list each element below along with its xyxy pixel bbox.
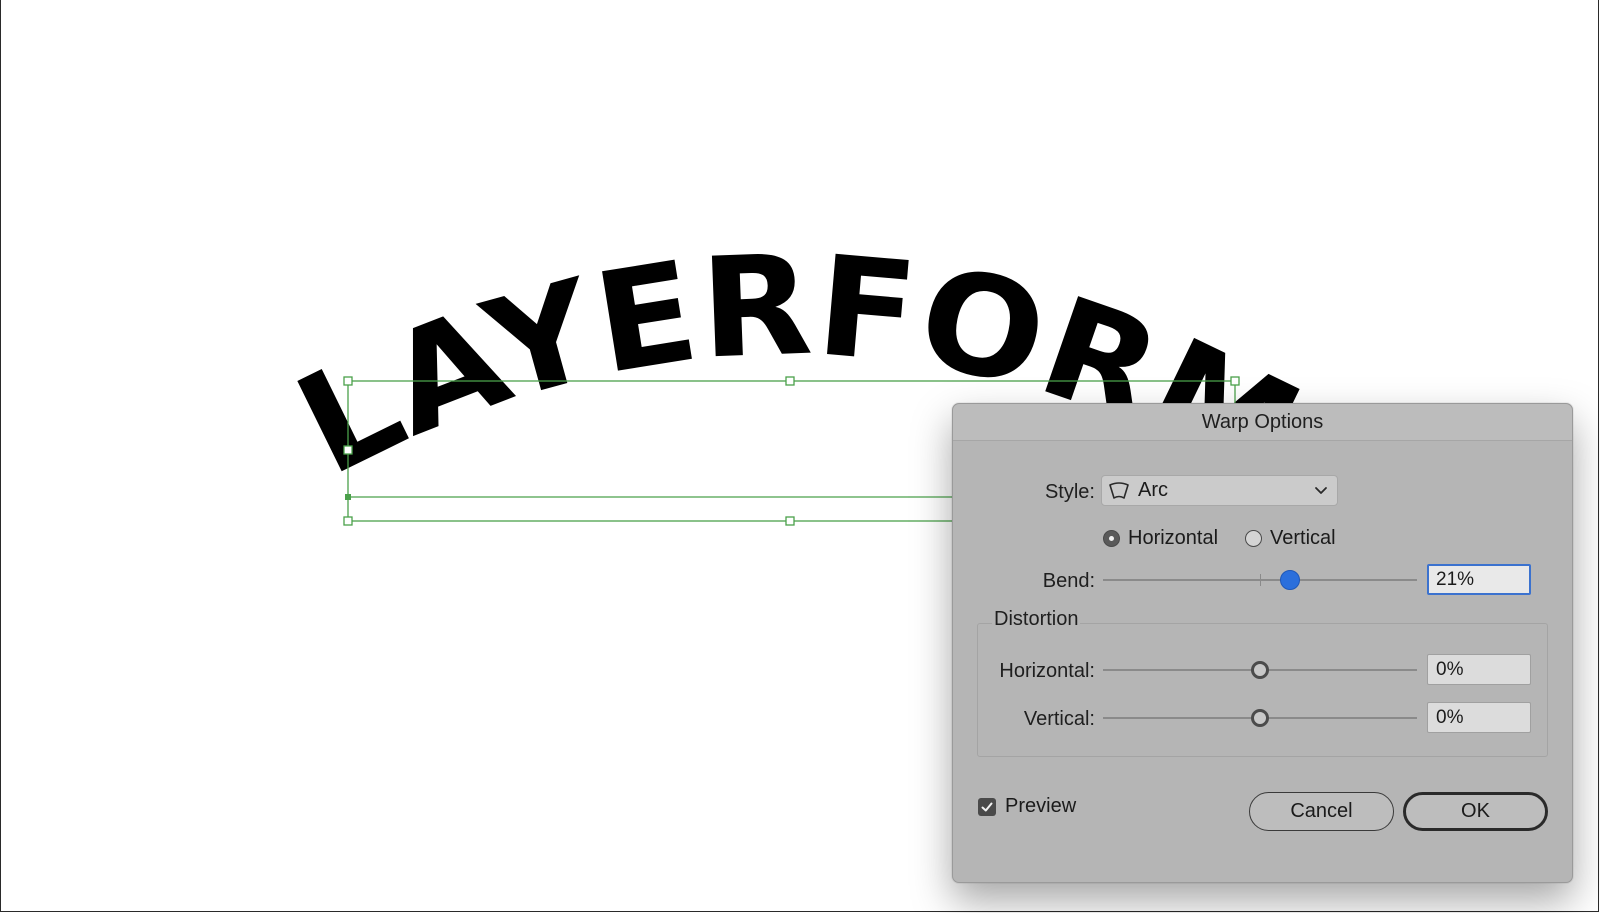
dialog-title: Warp Options (953, 404, 1572, 441)
handle-top-right (1230, 376, 1240, 386)
distortion-horizontal-slider-knob[interactable] (1251, 661, 1269, 679)
preview-checkbox[interactable]: Preview (978, 795, 1076, 818)
handle-top-left (343, 376, 353, 386)
bend-label: Bend: (1042, 570, 1095, 592)
radio-horizontal[interactable]: Horizontal (1103, 527, 1218, 550)
radio-horizontal-label: Horizontal (1128, 527, 1219, 549)
distortion-horizontal-label: Horizontal: (999, 660, 1095, 682)
distortion-vertical-label: Vertical: (1023, 708, 1095, 730)
handle-bottom-middle (785, 516, 795, 526)
distortion-vertical-slider-knob[interactable] (1251, 709, 1269, 727)
cancel-button[interactable]: Cancel (1249, 792, 1394, 831)
style-dropdown[interactable]: Arc (1101, 475, 1338, 506)
handle-bottom-left (343, 516, 353, 526)
distortion-group-title: Distortion (992, 608, 1081, 631)
arc-warp-icon (1109, 481, 1129, 499)
radio-vertical[interactable]: Vertical (1245, 527, 1336, 550)
chevron-down-icon (1315, 487, 1327, 494)
bend-value-input[interactable]: 21% (1427, 564, 1531, 595)
handle-top-middle (785, 376, 795, 386)
warp-options-dialog: Warp Options Style: Arc Horizontal Verti… (952, 403, 1573, 883)
ok-button[interactable]: OK (1403, 792, 1548, 831)
style-selected-value: Arc (1138, 479, 1168, 501)
distortion-vertical-input[interactable]: 0% (1427, 702, 1531, 733)
distortion-group (977, 623, 1548, 757)
bend-slider-knob[interactable] (1280, 570, 1300, 590)
radio-vertical-indicator[interactable] (1245, 530, 1262, 547)
handle-middle-left (343, 445, 353, 455)
style-label: Style: (1044, 481, 1095, 503)
radio-vertical-label: Vertical (1270, 527, 1336, 549)
anchor-point (345, 494, 351, 500)
bend-slider-center-tick (1260, 574, 1261, 586)
distortion-horizontal-input[interactable]: 0% (1427, 654, 1531, 685)
preview-checkbox-box[interactable] (978, 797, 996, 816)
radio-horizontal-indicator[interactable] (1103, 530, 1120, 547)
checkmark-icon (981, 802, 993, 811)
preview-label: Preview (1005, 795, 1077, 817)
